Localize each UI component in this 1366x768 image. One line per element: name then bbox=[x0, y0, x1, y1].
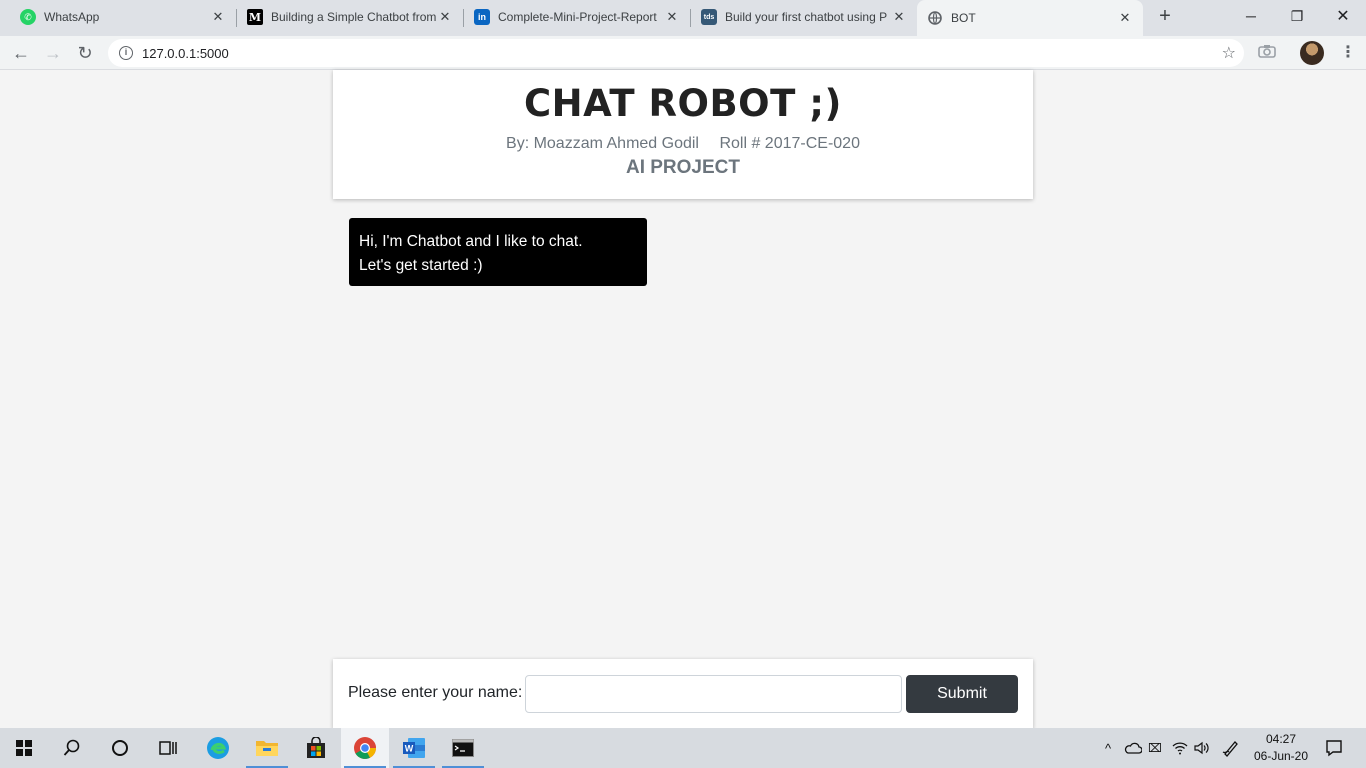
clock-time: 04:27 bbox=[1265, 732, 1297, 746]
close-tab-icon[interactable]: ✕ bbox=[891, 9, 907, 25]
minimize-button[interactable]: ─ bbox=[1228, 0, 1274, 32]
cortana-icon bbox=[112, 740, 128, 756]
bot-message-line: Let's get started :) bbox=[359, 257, 483, 274]
battery-icon[interactable]: ⌧ bbox=[1148, 741, 1166, 755]
address-bar[interactable]: i 127.0.0.1:5000 ☆ bbox=[108, 39, 1244, 67]
browser-tab-strip: ✆ WhatsApp ✕ M Building a Simple Chatbot… bbox=[0, 0, 1366, 36]
tds-icon: tds bbox=[701, 9, 717, 25]
name-input[interactable] bbox=[525, 675, 902, 713]
back-button[interactable]: ← bbox=[8, 40, 34, 66]
taskbar-chrome[interactable] bbox=[341, 728, 389, 768]
tab-linkedin[interactable]: in Complete-Mini-Project-Report ✕ bbox=[464, 0, 690, 34]
action-center-button[interactable] bbox=[1310, 728, 1358, 768]
new-tab-button[interactable]: + bbox=[1154, 6, 1176, 28]
page-title: CHAT ROBOT ;) bbox=[524, 82, 842, 125]
info-icon[interactable]: i bbox=[119, 46, 133, 60]
close-tab-icon[interactable]: ✕ bbox=[664, 9, 680, 25]
search-icon bbox=[63, 739, 80, 756]
linkedin-icon: in bbox=[474, 9, 490, 25]
name-input-form: Please enter your name: Submit bbox=[333, 659, 1033, 729]
profile-avatar[interactable] bbox=[1300, 41, 1324, 65]
show-hidden-icons-icon[interactable]: ^ bbox=[1100, 741, 1116, 756]
store-icon bbox=[307, 737, 325, 758]
tab-bot[interactable]: BOT ✕ bbox=[917, 0, 1143, 36]
submit-button[interactable]: Submit bbox=[906, 675, 1018, 713]
bot-message-bubble: Hi, I'm Chatbot and I like to chat. Let'… bbox=[349, 218, 647, 286]
url-text: 127.0.0.1:5000 bbox=[142, 45, 229, 61]
taskbar-store[interactable] bbox=[292, 728, 340, 768]
start-button[interactable] bbox=[0, 728, 48, 768]
medium-icon: M bbox=[247, 9, 263, 25]
roll-number: Roll # 2017-CE-020 bbox=[719, 135, 860, 152]
edge-icon bbox=[207, 737, 229, 759]
bot-message-line: Hi, I'm Chatbot and I like to chat. bbox=[359, 233, 583, 250]
command-prompt-icon bbox=[452, 739, 474, 757]
byline: By: Moazzam Ahmed Godil Roll # 2017-CE-0… bbox=[333, 135, 1033, 153]
system-tray: ^ ⌧ bbox=[1100, 728, 1240, 768]
task-view-icon bbox=[159, 741, 177, 755]
taskbar-file-explorer[interactable] bbox=[243, 728, 291, 768]
bookmark-star-icon[interactable]: ☆ bbox=[1222, 43, 1236, 63]
close-tab-icon[interactable]: ✕ bbox=[1117, 10, 1133, 26]
taskbar-word[interactable]: W bbox=[390, 728, 438, 768]
taskbar-clock[interactable]: 04:27 06-Jun-20 bbox=[1250, 731, 1312, 765]
close-tab-icon[interactable]: ✕ bbox=[210, 9, 226, 25]
tab-whatsapp[interactable]: ✆ WhatsApp ✕ bbox=[0, 0, 236, 34]
pen-workspace-icon[interactable] bbox=[1222, 739, 1240, 757]
windows-taskbar: W ^ ⌧ 04:27 06-Jun-20 bbox=[0, 728, 1366, 768]
clock-date: 06-Jun-20 bbox=[1253, 749, 1309, 763]
task-view-button[interactable] bbox=[144, 728, 192, 768]
onedrive-icon[interactable] bbox=[1124, 742, 1142, 754]
forward-button[interactable]: → bbox=[40, 40, 66, 66]
windows-logo-icon bbox=[16, 740, 32, 756]
cortana-button[interactable] bbox=[96, 728, 144, 768]
taskbar-edge[interactable] bbox=[194, 728, 242, 768]
camera-icon[interactable] bbox=[1258, 44, 1276, 58]
search-button[interactable] bbox=[48, 728, 96, 768]
word-icon: W bbox=[403, 738, 425, 758]
close-tab-icon[interactable]: ✕ bbox=[437, 9, 453, 25]
taskbar-command-prompt[interactable] bbox=[439, 728, 487, 768]
tab-towards-data-science[interactable]: tds Build your first chatbot using P ✕ bbox=[691, 0, 917, 34]
header-card: CHAT ROBOT ;) By: Moazzam Ahmed Godil Ro… bbox=[333, 70, 1033, 199]
file-explorer-icon bbox=[256, 741, 278, 756]
notification-icon bbox=[1326, 740, 1342, 757]
author-name: By: Moazzam Ahmed Godil bbox=[506, 135, 699, 152]
name-input-label: Please enter your name: bbox=[348, 684, 523, 701]
whatsapp-icon: ✆ bbox=[20, 9, 36, 25]
volume-icon[interactable] bbox=[1194, 741, 1210, 755]
globe-icon bbox=[927, 10, 943, 26]
project-subtitle: AI PROJECT bbox=[625, 157, 741, 178]
chrome-icon bbox=[354, 737, 376, 759]
tab-medium[interactable]: M Building a Simple Chatbot from ✕ bbox=[237, 0, 463, 34]
browser-toolbar: ← → ↻ i 127.0.0.1:5000 ☆ ⋮ bbox=[0, 36, 1366, 70]
close-window-button[interactable]: ✕ bbox=[1320, 0, 1366, 32]
restore-button[interactable]: ❐ bbox=[1274, 0, 1320, 32]
wifi-icon[interactable] bbox=[1172, 741, 1188, 755]
menu-icon[interactable]: ⋮ bbox=[1340, 41, 1356, 65]
svg-text:W: W bbox=[405, 744, 414, 754]
reload-button[interactable]: ↻ bbox=[72, 40, 98, 66]
